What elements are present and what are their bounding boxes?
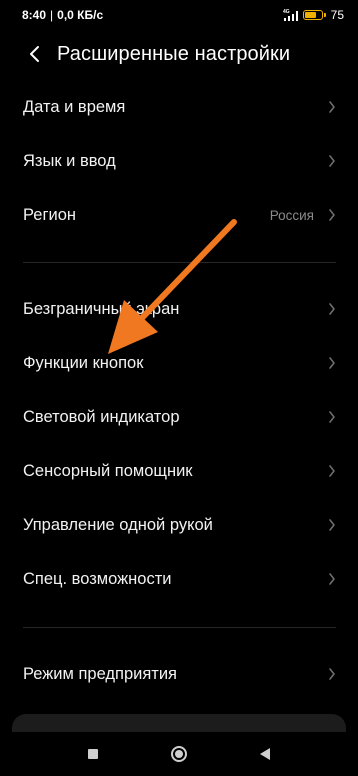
home-icon [171,746,187,762]
status-left: 8:40 | 0,0 КБ/с [22,8,283,22]
battery-tip [323,13,326,17]
network-type: 4G [283,9,290,15]
settings-item-label: Управление одной рукой [23,515,213,534]
recent-apps-button[interactable] [81,742,105,766]
battery-fill [304,12,316,18]
header: Расширенные настройки [0,34,358,74]
settings-item-label: Дата и время [23,97,126,116]
settings-item-one-handed-mode[interactable]: Управление одной рукой [0,499,358,551]
chevron-right-icon [328,572,336,586]
battery-level: 75 [330,8,344,22]
settings-item-label: Безграничный экран [23,299,180,318]
settings-item-label: Функции кнопок [23,353,144,372]
back-button[interactable] [14,34,54,74]
section-divider [23,627,336,628]
home-button[interactable] [167,742,191,766]
settings-item-touch-assistant[interactable]: Сенсорный помощник [0,445,358,497]
back-icon [260,748,270,760]
settings-item-label: Язык и ввод [23,151,116,170]
chevron-right-icon [328,154,336,168]
settings-item-accessibility[interactable]: Спец. возможности [0,553,358,605]
battery-icon [302,10,326,20]
status-bar: 8:40 | 0,0 КБ/с 4G 75 [0,0,358,30]
settings-item-label: Спец. возможности [23,569,172,588]
chevron-right-icon [328,302,336,316]
chevron-right-icon [328,208,336,222]
chevron-right-icon [328,518,336,532]
status-right: 4G 75 [283,8,344,22]
settings-item-region[interactable]: Регион Россия [0,189,358,241]
chevron-left-icon [30,46,39,62]
chevron-right-icon [328,356,336,370]
network-speed: 0,0 КБ/с [57,8,104,22]
section-divider [23,262,336,263]
back-nav-button[interactable] [253,742,277,766]
status-time: 8:40 [22,8,47,22]
settings-item-label: Регион [23,205,76,224]
page-title: Расширенные настройки [57,42,291,65]
chevron-right-icon [328,100,336,114]
settings-item-date-time[interactable]: Дата и время [0,81,358,133]
settings-item-button-functions[interactable]: Функции кнопок [0,337,358,389]
signal-icon: 4G [283,8,299,22]
chevron-right-icon [328,410,336,424]
settings-item-enterprise-mode[interactable]: Режим предприятия [0,648,358,700]
settings-item-fullscreen[interactable]: Безграничный экран [0,283,358,335]
chevron-right-icon [328,667,336,681]
status-separator: | [50,8,54,22]
recent-apps-icon [88,749,98,759]
settings-item-language-input[interactable]: Язык и ввод [0,135,358,187]
settings-item-value: Россия [269,207,314,223]
chevron-right-icon [328,464,336,478]
settings-item-led-indicator[interactable]: Световой индикатор [0,391,358,443]
settings-item-label: Световой индикатор [23,407,180,426]
settings-item-label: Сенсорный помощник [23,461,193,480]
settings-item-label: Режим предприятия [23,664,177,683]
navigation-bar [0,732,358,776]
